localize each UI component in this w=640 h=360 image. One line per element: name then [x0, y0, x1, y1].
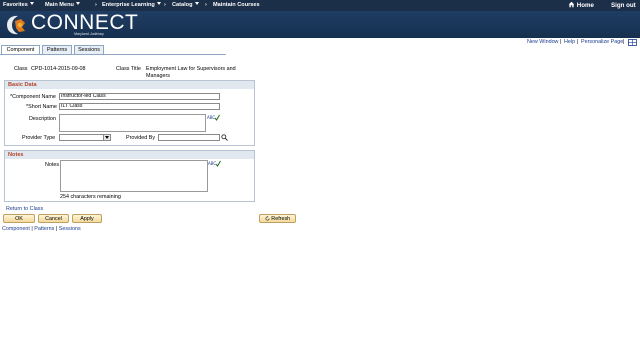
cancel-button[interactable]: Cancel — [38, 214, 69, 223]
bottom-tab-links: Component | Patterns | Sessions — [2, 226, 81, 232]
chevron-down-icon — [103, 135, 110, 140]
main-menu[interactable]: Main Menu — [45, 2, 80, 8]
main-menu-label: Main Menu — [45, 2, 74, 8]
util-separator: | — [560, 39, 562, 45]
sign-out-link[interactable]: Sign out — [611, 2, 636, 9]
refresh-icon — [265, 216, 270, 221]
provider-type-select[interactable] — [59, 134, 111, 141]
top-nav-bar: Favorites Main Menu › Enterprise Learnin… — [0, 0, 640, 11]
provided-by-label: Provided By — [126, 135, 156, 141]
logo-icon — [7, 15, 25, 35]
class-value: CPD-1014-2015-09-08 — [31, 66, 86, 72]
breadcrumb-separator-1: › — [95, 2, 97, 8]
favorites-label: Favorites — [3, 2, 28, 8]
maintain-courses-crumb[interactable]: Maintain Courses — [213, 2, 260, 8]
spell-check-icon[interactable]: ABC — [208, 160, 221, 167]
new-window-link[interactable]: New Window — [527, 39, 558, 45]
bottom-link-component[interactable]: Component — [2, 226, 30, 232]
bottom-link-sessions[interactable]: Sessions — [59, 226, 81, 232]
chevron-down-icon — [156, 2, 161, 5]
breadcrumb-separator-2: › — [164, 2, 166, 8]
chevron-down-icon — [29, 2, 34, 5]
notes-title: Notes — [5, 151, 254, 159]
short-name-field[interactable]: ILT Class — [59, 103, 220, 110]
svg-text:ABC: ABC — [207, 115, 215, 120]
home-icon — [568, 1, 575, 8]
util-separator: | — [577, 39, 579, 45]
class-title-label: Class Title — [116, 66, 141, 72]
spell-check-icon[interactable]: ABC — [207, 114, 220, 121]
tab-component[interactable]: Component — [1, 45, 40, 54]
refresh-label: Refresh — [271, 216, 291, 222]
grid-icon[interactable] — [628, 39, 637, 46]
characters-remaining: 254 characters remaining — [60, 194, 121, 200]
chevron-down-icon — [75, 2, 80, 5]
return-to-class-link[interactable]: Return to Class — [6, 206, 43, 212]
description-label: Description — [29, 116, 56, 122]
bottom-link-patterns[interactable]: Patterns — [34, 226, 54, 232]
chevron-down-icon — [194, 2, 199, 5]
personalize-page-link[interactable]: Personalize Page — [581, 39, 623, 45]
apply-button[interactable]: Apply — [72, 214, 102, 223]
basic-data-title: Basic Data — [5, 81, 254, 89]
component-name-label: *Component Name — [10, 94, 56, 100]
search-icon[interactable] — [221, 134, 228, 141]
class-label: Class — [14, 66, 28, 72]
svg-text:ABC: ABC — [208, 161, 216, 166]
home-link[interactable]: Home — [568, 1, 594, 9]
component-name-field[interactable]: Instructor-led Class — [59, 93, 220, 100]
catalog-label: Catalog — [172, 2, 193, 8]
refresh-button[interactable]: Refresh — [259, 214, 296, 223]
util-separator: | — [623, 39, 625, 45]
notes-label: Notes — [45, 162, 60, 168]
provider-type-label: Provider Type — [22, 135, 56, 141]
help-link[interactable]: Help — [564, 39, 575, 45]
logo-subtitle: Maryland Judiciary — [74, 32, 104, 36]
class-title-value-line2: Managers — [146, 73, 170, 79]
home-label: Home — [576, 2, 594, 9]
logo-text: CONNECT — [31, 11, 139, 34]
ok-button[interactable]: OK — [3, 214, 35, 223]
tab-divider — [0, 54, 226, 55]
tab-patterns[interactable]: Patterns — [42, 45, 72, 54]
enterprise-learning-label: Enterprise Learning — [102, 2, 155, 8]
breadcrumb-separator-3: › — [205, 2, 207, 8]
class-title-value-line1: Employment Law for Supervisors and — [146, 66, 236, 72]
short-name-label: *Short Name — [26, 104, 57, 110]
enterprise-learning-menu[interactable]: Enterprise Learning — [102, 2, 161, 8]
catalog-menu[interactable]: Catalog — [172, 2, 199, 8]
notes-textarea[interactable] — [60, 160, 208, 192]
provided-by-field[interactable] — [158, 134, 220, 141]
tab-sessions[interactable]: Sessions — [74, 45, 104, 54]
favorites-menu[interactable]: Favorites — [3, 2, 34, 8]
description-textarea[interactable] — [59, 114, 206, 132]
